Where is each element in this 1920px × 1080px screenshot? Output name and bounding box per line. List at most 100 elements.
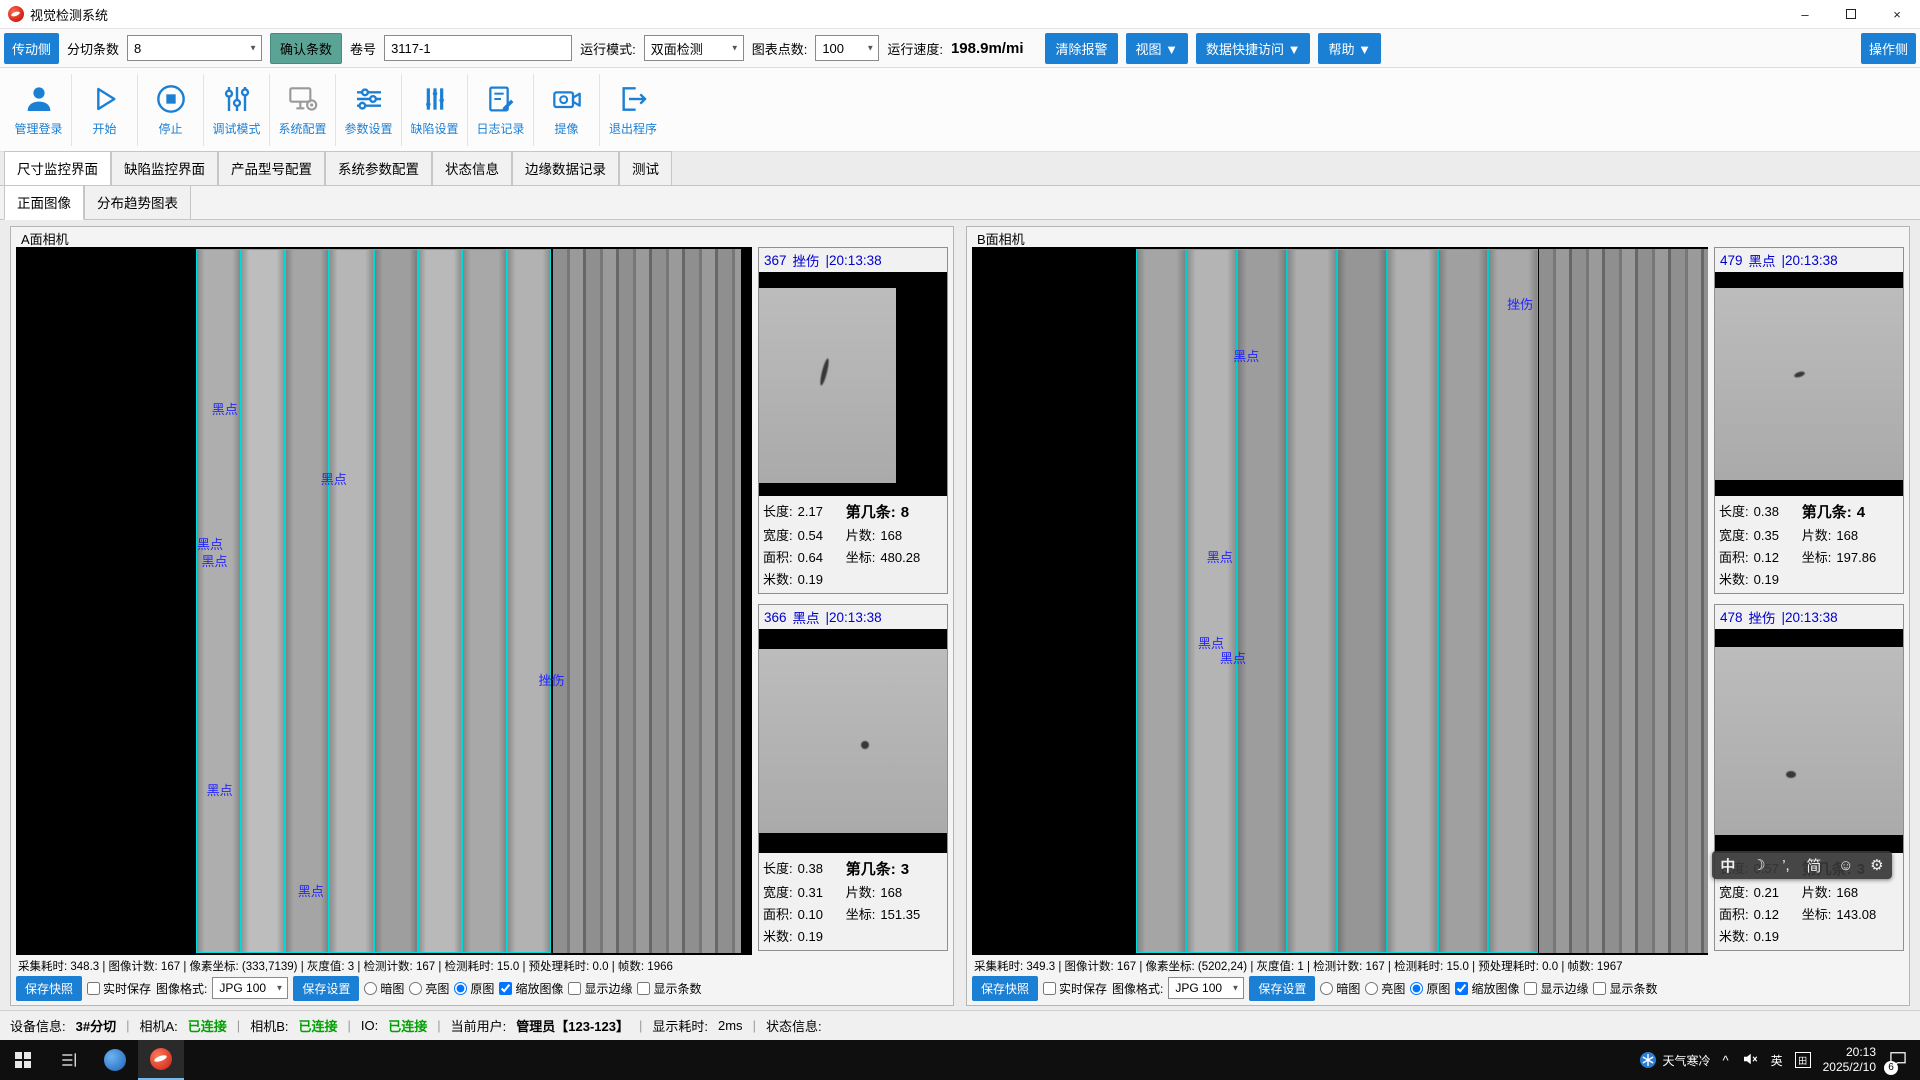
ime-simplified-toggle[interactable]: 简	[1806, 855, 1821, 876]
tab-status-info[interactable]: 状态信息	[432, 151, 512, 186]
action-center-icon[interactable]: 6	[1888, 1049, 1912, 1072]
show-edges-input[interactable]	[568, 982, 581, 995]
image-format-select[interactable]: JPG 100	[1168, 977, 1244, 999]
help-menu-button[interactable]: 帮助 ▼	[1318, 33, 1380, 64]
camera-b-controls: 保存快照 实时保存 图像格式: JPG 100 保存设置 暗图 亮图 原图 缩放…	[972, 974, 1708, 1002]
roll-number-input[interactable]	[384, 35, 572, 61]
run-mode-select[interactable]: 双面检测	[644, 35, 744, 61]
camera-image-a: 黑点 黑点 黑点 黑点 挫伤 黑点 黑点	[16, 247, 752, 955]
tray-expand-chevron[interactable]: ^	[1722, 1053, 1728, 1068]
dark-image-radio[interactable]: 暗图	[364, 980, 404, 997]
ime-fullhalf-moon-icon[interactable]: ☽	[1752, 856, 1765, 874]
show-strips-input[interactable]	[637, 982, 650, 995]
task-view-icon	[59, 1050, 79, 1070]
show-edges-checkbox[interactable]: 显示边缘	[1524, 980, 1588, 997]
taskbar-weather[interactable]: 天气寒冷	[1639, 1051, 1710, 1069]
bright-image-input[interactable]	[409, 982, 422, 995]
toolbar-item-system-config[interactable]: 系统配置	[270, 74, 336, 146]
zoom-image-checkbox[interactable]: 缩放图像	[499, 980, 563, 997]
close-button[interactable]: ×	[1874, 0, 1920, 28]
defect-card[interactable]: 478 挫伤 |20:13:38 长度:0.57 第几条:3 宽度:0.21 片…	[1714, 604, 1904, 951]
bright-image-radio[interactable]: 亮图	[1365, 980, 1405, 997]
realtime-save-input[interactable]	[87, 982, 100, 995]
toolbar-item-start[interactable]: 开始	[72, 74, 138, 146]
zoom-image-input[interactable]	[1455, 982, 1468, 995]
tab-product-config[interactable]: 产品型号配置	[218, 151, 325, 186]
show-edges-input[interactable]	[1524, 982, 1537, 995]
defect-mark	[861, 741, 869, 749]
taskbar-app-active[interactable]	[138, 1040, 184, 1080]
original-image-input[interactable]	[454, 982, 467, 995]
data-quick-access-menu-button[interactable]: 数据快捷访问 ▼	[1196, 33, 1310, 64]
dark-image-radio[interactable]: 暗图	[1320, 980, 1360, 997]
confirm-count-button[interactable]: 确认条数	[270, 33, 342, 64]
subtab-trend-chart[interactable]: 分布趋势图表	[84, 185, 191, 220]
taskbar-clock[interactable]: 20:13 2025/2/10	[1823, 1045, 1876, 1075]
bright-image-input[interactable]	[1365, 982, 1378, 995]
toolbar-item-exit[interactable]: 退出程序	[600, 74, 666, 146]
defect-card[interactable]: 479 黑点 |20:13:38 长度:0.38 第几条:4 宽度:0.35 片…	[1714, 247, 1904, 594]
camera-a-status: 已连接	[188, 1016, 227, 1035]
toolbar-item-debug-mode[interactable]: 调试模式	[204, 74, 270, 146]
show-strips-checkbox[interactable]: 显示条数	[1593, 980, 1657, 997]
toolbar-item-admin-login[interactable]: 管理登录	[6, 74, 72, 146]
toolbar-item-stop[interactable]: 停止	[138, 74, 204, 146]
minimize-button[interactable]: –	[1782, 0, 1828, 28]
clock-date: 2025/2/10	[1823, 1060, 1876, 1075]
show-strips-input[interactable]	[1593, 982, 1606, 995]
image-format-select[interactable]: JPG 100	[212, 977, 288, 999]
toolbar-item-capture[interactable]: 提像	[534, 74, 600, 146]
ime-mode-icon[interactable]: 田	[1795, 1052, 1811, 1068]
ime-settings-gear-icon[interactable]: ⚙	[1870, 856, 1883, 874]
save-snapshot-button[interactable]: 保存快照	[16, 976, 82, 1001]
tab-size-monitor[interactable]: 尺寸监控界面	[4, 151, 111, 186]
realtime-save-checkbox[interactable]: 实时保存	[87, 980, 151, 997]
bright-image-radio[interactable]: 亮图	[409, 980, 449, 997]
zoom-image-checkbox[interactable]: 缩放图像	[1455, 980, 1519, 997]
strip-value: 8	[901, 504, 909, 521]
toolbar-item-param-settings[interactable]: 参数设置	[336, 74, 402, 146]
drive-side-button[interactable]: 传动侧	[4, 33, 59, 64]
dark-image-input[interactable]	[364, 982, 377, 995]
slice-count-select[interactable]: 8	[127, 35, 262, 61]
chart-points-select[interactable]: 100	[815, 35, 879, 61]
save-settings-button[interactable]: 保存设置	[1249, 976, 1315, 1001]
ime-language-indicator[interactable]: 英	[1771, 1052, 1783, 1069]
width-label: 宽度:	[1719, 525, 1749, 544]
ime-punctuation-icon[interactable]: ’,	[1782, 857, 1790, 874]
original-image-radio[interactable]: 原图	[1410, 980, 1450, 997]
tab-defect-monitor[interactable]: 缺陷监控界面	[111, 151, 218, 186]
statusbar-separator: |	[348, 1018, 351, 1033]
start-button[interactable]	[0, 1040, 46, 1080]
show-edges-checkbox[interactable]: 显示边缘	[568, 980, 632, 997]
maximize-button[interactable]	[1828, 0, 1874, 28]
defect-card[interactable]: 367 挫伤 |20:13:38 长度:2.17 第几条:8 宽度:0.54 片…	[758, 247, 948, 594]
save-snapshot-button[interactable]: 保存快照	[972, 976, 1038, 1001]
save-settings-button[interactable]: 保存设置	[293, 976, 359, 1001]
clear-alarm-button[interactable]: 清除报警	[1045, 33, 1117, 64]
film-strip	[328, 250, 372, 952]
operate-side-button[interactable]: 操作侧	[1861, 33, 1916, 64]
tab-test[interactable]: 测试	[619, 151, 672, 186]
toolbar-item-log[interactable]: 日志记录	[468, 74, 534, 146]
ime-lang-chinese[interactable]: 中	[1720, 855, 1735, 876]
film-strip	[1286, 250, 1336, 952]
toolbar-item-defect-settings[interactable]: 缺陷设置	[402, 74, 468, 146]
zoom-image-input[interactable]	[499, 982, 512, 995]
tab-system-params[interactable]: 系统参数配置	[325, 151, 432, 186]
volume-muted-icon[interactable]	[1741, 1050, 1759, 1071]
dark-image-input[interactable]	[1320, 982, 1333, 995]
show-strips-checkbox[interactable]: 显示条数	[637, 980, 701, 997]
original-image-input[interactable]	[1410, 982, 1423, 995]
defect-card[interactable]: 366 黑点 |20:13:38 长度:0.38 第几条:3 宽度:0.31 片…	[758, 604, 948, 951]
tab-edge-data[interactable]: 边缘数据记录	[512, 151, 619, 186]
realtime-save-input[interactable]	[1043, 982, 1056, 995]
ime-emoji-icon[interactable]: ☺	[1838, 857, 1853, 874]
taskbar-app-blue[interactable]	[92, 1040, 138, 1080]
task-view-button[interactable]	[46, 1040, 92, 1080]
realtime-save-checkbox[interactable]: 实时保存	[1043, 980, 1107, 997]
view-menu-button[interactable]: 视图 ▼	[1126, 33, 1188, 64]
subtab-front-image[interactable]: 正面图像	[4, 185, 84, 220]
coord-value: 197.86	[1836, 550, 1876, 565]
original-image-radio[interactable]: 原图	[454, 980, 494, 997]
